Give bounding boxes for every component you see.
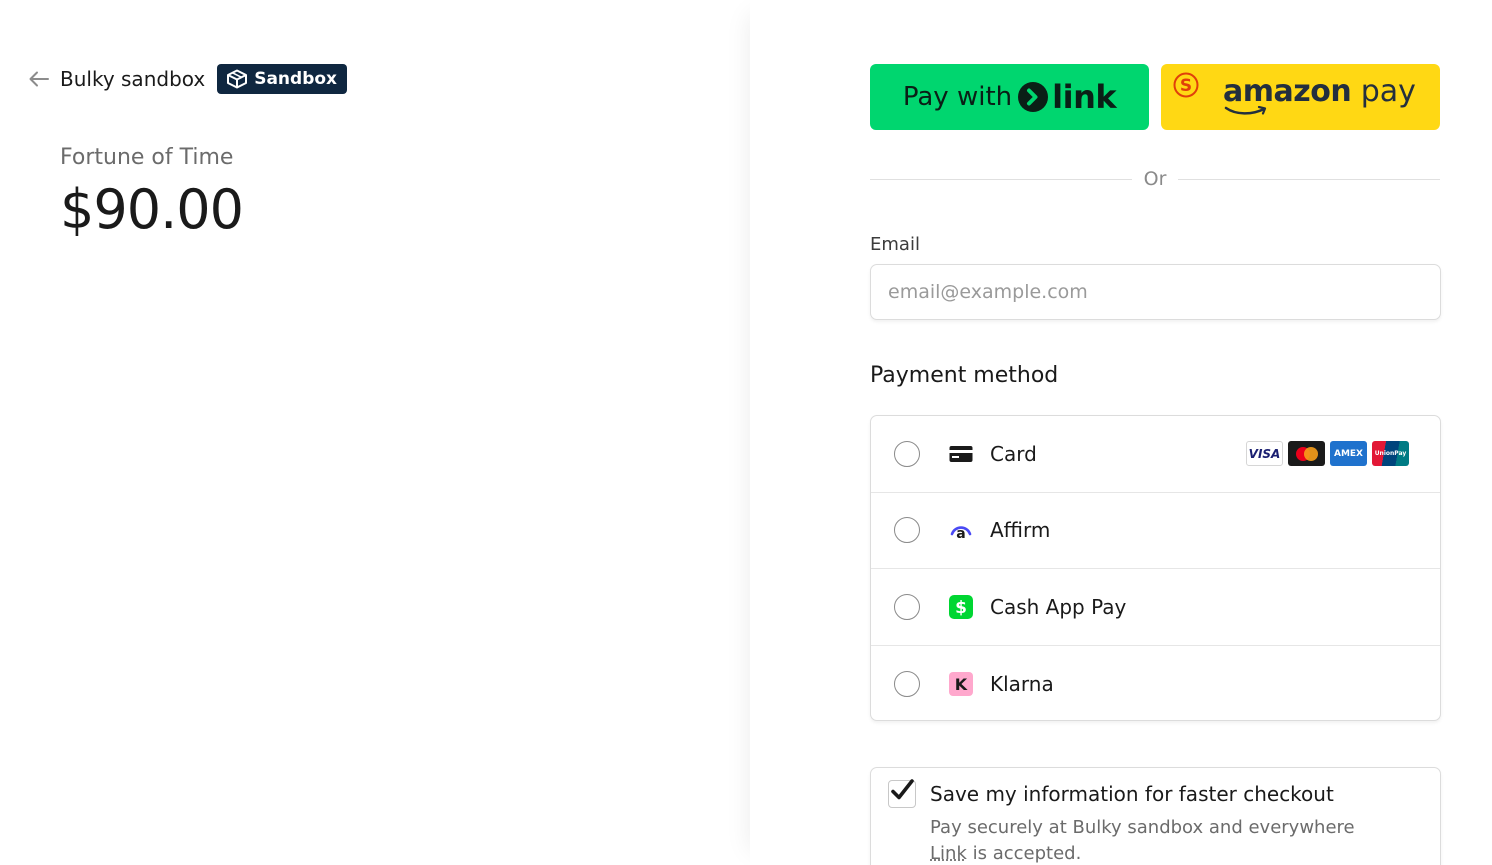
affirm-radio[interactable] [894, 517, 920, 544]
back-arrow-icon[interactable] [28, 68, 50, 90]
save-info-box: Save my information for faster checkout … [870, 767, 1441, 865]
merchant-header: Bulky sandbox Sandbox [28, 64, 348, 94]
card-radio[interactable] [894, 440, 920, 467]
save-info-description: Pay securely at Bulky sandbox and everyw… [930, 817, 1355, 864]
klarna-label: Klarna [990, 671, 1054, 696]
amazon-smile-icon [1224, 106, 1267, 115]
card-label: Card [990, 441, 1037, 466]
link-brand-text: link [1052, 78, 1117, 116]
klarna-radio[interactable] [894, 670, 920, 697]
amazon-pay-button[interactable]: S amazon pay [1161, 64, 1440, 130]
amex-icon: AMEX [1330, 441, 1367, 467]
or-divider-text: Or [1143, 168, 1167, 190]
save-info-checkbox[interactable] [888, 779, 916, 808]
payment-method-list: Card VISA AMEX UnionPay a Affirm $ Cash … [870, 415, 1441, 721]
save-info-title: Save my information for faster checkout [930, 782, 1334, 806]
email-label: Email [870, 234, 920, 255]
klarna-icon: K [948, 671, 974, 697]
product-name: Fortune of Time [60, 145, 234, 170]
payment-option-klarna[interactable]: K Klarna [871, 646, 1440, 721]
sandbox-badge-label: Sandbox [254, 69, 338, 89]
sandbox-box-icon [227, 69, 248, 89]
svg-text:K: K [955, 675, 968, 694]
checkmark-icon [891, 779, 914, 800]
cash-app-label: Cash App Pay [990, 594, 1127, 619]
link-chevron-icon [1018, 82, 1049, 112]
amazon-pay-logo: amazon pay [1223, 74, 1416, 109]
amazon-coin-icon: S [1173, 72, 1199, 98]
merchant-name[interactable]: Bulky sandbox [60, 67, 205, 91]
card-icon [948, 441, 974, 467]
divider-line-right [1178, 178, 1440, 180]
visa-icon: VISA [1246, 441, 1283, 467]
pay-with-link-button[interactable]: Pay with link [870, 64, 1149, 130]
product-price: $90.00 [60, 178, 244, 241]
cash-app-radio[interactable] [894, 593, 920, 620]
payment-pane: Pay with link S amazon pay Or Email Paym… [750, 0, 1492, 865]
payment-method-title: Payment method [870, 363, 1059, 388]
divider-line-left [870, 178, 1132, 180]
payment-option-affirm[interactable]: a Affirm [871, 493, 1440, 569]
sandbox-badge: Sandbox [217, 64, 348, 94]
link-button-prefix: Pay with [902, 82, 1013, 112]
cash-app-icon: $ [948, 594, 974, 620]
email-field[interactable] [870, 264, 1441, 320]
mastercard-icon [1288, 441, 1325, 467]
affirm-icon: a [948, 517, 974, 543]
express-checkout-row: Pay with link S amazon pay [870, 64, 1440, 130]
unionpay-icon: UnionPay [1372, 441, 1409, 467]
order-summary-pane: Bulky sandbox Sandbox Fortune of Time $9… [0, 0, 750, 865]
payment-option-card[interactable]: Card VISA AMEX UnionPay [871, 416, 1440, 493]
card-brands: VISA AMEX UnionPay [1246, 441, 1409, 467]
svg-text:a: a [956, 526, 965, 542]
payment-option-cash-app[interactable]: $ Cash App Pay [871, 569, 1440, 646]
svg-text:S: S [1180, 76, 1192, 96]
link-info-link[interactable]: Link [930, 843, 967, 864]
svg-text:$: $ [955, 598, 967, 618]
affirm-label: Affirm [990, 518, 1051, 543]
or-divider: Or [870, 166, 1440, 192]
